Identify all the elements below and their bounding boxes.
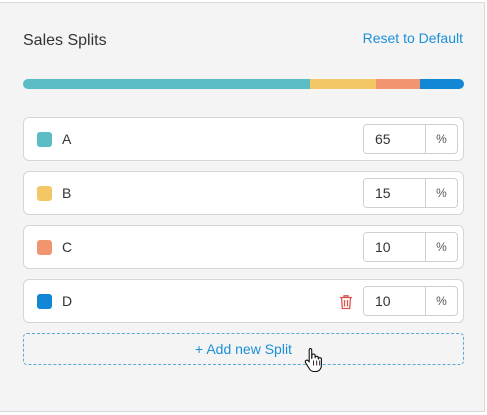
percent-unit: % bbox=[425, 233, 457, 261]
percent-field: % bbox=[363, 178, 458, 208]
percent-unit: % bbox=[425, 125, 457, 153]
reset-to-default-link[interactable]: Reset to Default bbox=[363, 30, 463, 46]
split-bar-segment-a bbox=[23, 79, 310, 89]
split-label: B bbox=[62, 185, 72, 201]
split-row-d: D % bbox=[23, 279, 464, 323]
percent-input[interactable] bbox=[364, 287, 425, 315]
split-label: C bbox=[62, 239, 73, 255]
percent-input[interactable] bbox=[364, 179, 425, 207]
trash-icon[interactable] bbox=[339, 294, 353, 310]
percent-unit: % bbox=[425, 287, 457, 315]
split-row-a: A % bbox=[23, 117, 464, 161]
split-label: A bbox=[62, 131, 72, 147]
split-distribution-bar bbox=[23, 79, 464, 89]
percent-field: % bbox=[363, 232, 458, 262]
add-new-split-label: + Add new Split bbox=[195, 341, 292, 357]
percent-unit: % bbox=[425, 179, 457, 207]
percent-field: % bbox=[363, 124, 458, 154]
percent-input[interactable] bbox=[364, 233, 425, 261]
color-swatch[interactable] bbox=[37, 186, 52, 201]
split-bar-segment-b bbox=[309, 79, 376, 89]
add-new-split-button[interactable]: + Add new Split bbox=[23, 333, 464, 365]
color-swatch[interactable] bbox=[37, 294, 52, 309]
split-label: D bbox=[62, 293, 73, 309]
panel-title: Sales Splits bbox=[23, 32, 107, 49]
percent-input[interactable] bbox=[364, 125, 425, 153]
percent-field: % bbox=[363, 286, 458, 316]
split-row-c: C % bbox=[23, 225, 464, 269]
split-bar-segment-c bbox=[375, 79, 420, 89]
split-bar-segment-d bbox=[419, 79, 464, 89]
split-row-b: B % bbox=[23, 171, 464, 215]
color-swatch[interactable] bbox=[37, 240, 52, 255]
color-swatch[interactable] bbox=[37, 132, 52, 147]
